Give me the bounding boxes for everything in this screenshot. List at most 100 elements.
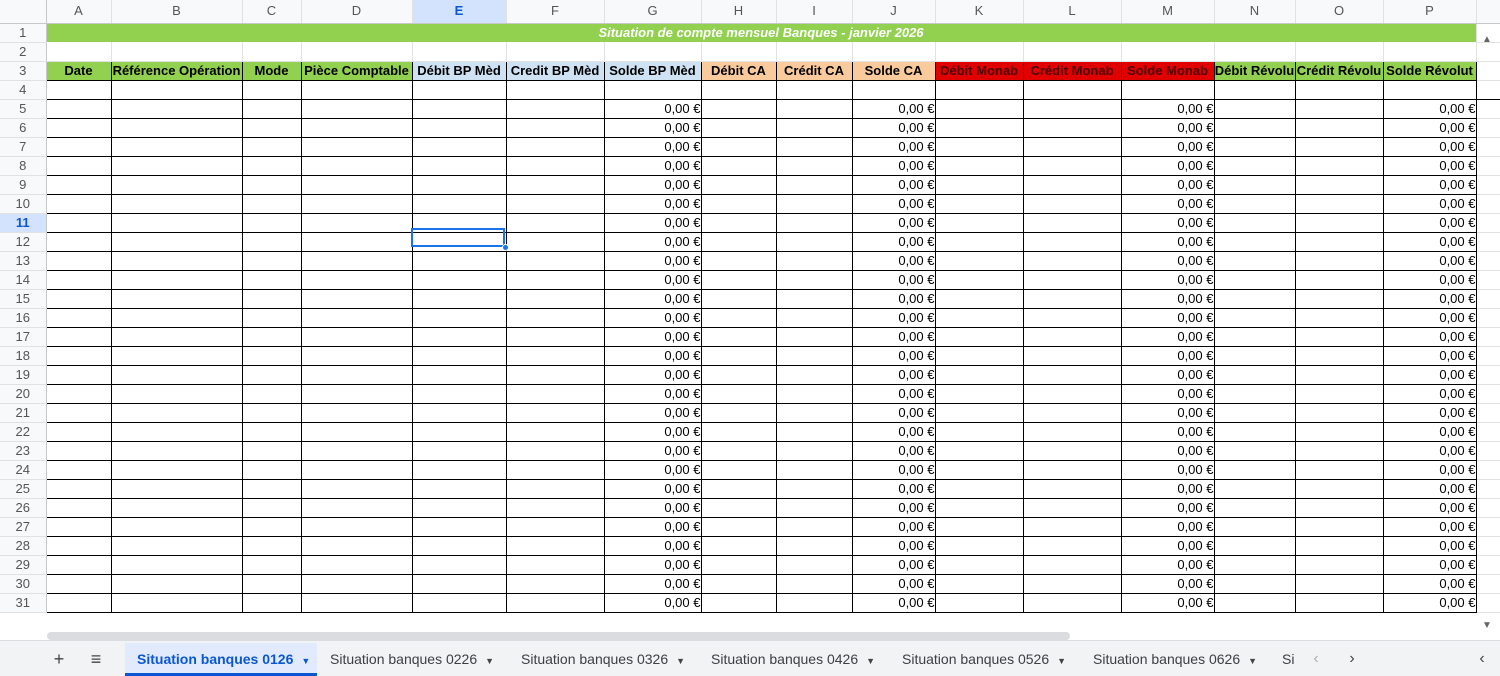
cell[interactable] bbox=[1023, 479, 1122, 499]
side-panel-chevron-icon[interactable]: ‹ bbox=[1470, 647, 1494, 671]
column-header-h[interactable]: H bbox=[701, 0, 777, 24]
cell[interactable] bbox=[701, 460, 777, 480]
cell[interactable] bbox=[1023, 365, 1122, 385]
column-title-d[interactable]: Pièce Comptable bbox=[301, 61, 413, 81]
cell[interactable] bbox=[412, 175, 507, 195]
cell[interactable] bbox=[776, 574, 853, 594]
balance-cell[interactable]: 0,00 € bbox=[1383, 441, 1477, 461]
cell[interactable] bbox=[111, 99, 243, 119]
cell[interactable] bbox=[701, 156, 777, 176]
cell[interactable] bbox=[301, 80, 413, 100]
cell[interactable] bbox=[776, 80, 853, 100]
cell[interactable] bbox=[46, 422, 112, 442]
cell[interactable] bbox=[301, 536, 413, 556]
dropdown-arrow-icon[interactable]: ▼ bbox=[301, 656, 310, 666]
cell[interactable] bbox=[506, 365, 605, 385]
cell[interactable] bbox=[242, 517, 302, 537]
balance-cell[interactable]: 0,00 € bbox=[604, 232, 702, 252]
balance-cell[interactable]: 0,00 € bbox=[1121, 498, 1215, 518]
cell[interactable] bbox=[701, 441, 777, 461]
cell[interactable] bbox=[242, 270, 302, 290]
row-header[interactable]: 9 bbox=[0, 175, 47, 195]
row-header[interactable]: 3 bbox=[0, 61, 47, 81]
row-header[interactable]: 4 bbox=[0, 80, 47, 100]
balance-cell[interactable]: 0,00 € bbox=[852, 251, 936, 271]
cell[interactable] bbox=[701, 80, 777, 100]
balance-cell[interactable]: 0,00 € bbox=[852, 175, 936, 195]
balance-cell[interactable]: 0,00 € bbox=[1121, 118, 1215, 138]
cell[interactable] bbox=[935, 194, 1024, 214]
balance-cell[interactable]: 0,00 € bbox=[1383, 327, 1477, 347]
cell[interactable] bbox=[506, 346, 605, 366]
balance-cell[interactable]: 0,00 € bbox=[852, 555, 936, 575]
balance-cell[interactable]: 0,00 € bbox=[852, 574, 936, 594]
cell[interactable] bbox=[1121, 42, 1215, 62]
cell[interactable] bbox=[1295, 517, 1384, 537]
column-header-e[interactable]: E bbox=[412, 0, 507, 24]
balance-cell[interactable]: 0,00 € bbox=[1383, 536, 1477, 556]
cell[interactable] bbox=[301, 498, 413, 518]
cell[interactable] bbox=[701, 99, 777, 119]
cell[interactable] bbox=[701, 270, 777, 290]
row-header[interactable]: 10 bbox=[0, 194, 47, 214]
balance-cell[interactable]: 0,00 € bbox=[852, 498, 936, 518]
cell[interactable] bbox=[412, 156, 507, 176]
cell[interactable] bbox=[776, 498, 853, 518]
cell[interactable] bbox=[935, 384, 1024, 404]
cell[interactable] bbox=[412, 593, 507, 613]
cell[interactable] bbox=[412, 137, 507, 157]
cell[interactable] bbox=[1023, 441, 1122, 461]
sheet-tab[interactable]: Situation banques 0326 ▼ bbox=[509, 643, 694, 676]
row-header[interactable]: 22 bbox=[0, 422, 47, 442]
cell[interactable] bbox=[852, 42, 936, 62]
row-header[interactable]: 14 bbox=[0, 270, 47, 290]
cell[interactable] bbox=[1295, 270, 1384, 290]
cell[interactable] bbox=[242, 441, 302, 461]
balance-cell[interactable]: 0,00 € bbox=[1383, 365, 1477, 385]
balance-cell[interactable]: 0,00 € bbox=[1121, 536, 1215, 556]
row-header[interactable]: 8 bbox=[0, 156, 47, 176]
cell[interactable] bbox=[46, 403, 112, 423]
cell[interactable] bbox=[412, 479, 507, 499]
cell[interactable] bbox=[301, 251, 413, 271]
cell[interactable] bbox=[506, 137, 605, 157]
row-header[interactable]: 30 bbox=[0, 574, 47, 594]
cell[interactable] bbox=[1214, 289, 1296, 309]
cell[interactable] bbox=[701, 384, 777, 404]
balance-cell[interactable]: 0,00 € bbox=[604, 289, 702, 309]
balance-cell[interactable]: 0,00 € bbox=[852, 346, 936, 366]
cell[interactable] bbox=[935, 308, 1024, 328]
row-header[interactable]: 27 bbox=[0, 517, 47, 537]
cell[interactable] bbox=[242, 479, 302, 499]
balance-cell[interactable]: 0,00 € bbox=[1121, 593, 1215, 613]
balance-cell[interactable]: 0,00 € bbox=[1383, 118, 1477, 138]
balance-cell[interactable]: 0,00 € bbox=[604, 517, 702, 537]
cell[interactable] bbox=[412, 365, 507, 385]
balance-cell[interactable]: 0,00 € bbox=[1121, 441, 1215, 461]
balance-cell[interactable]: 0,00 € bbox=[604, 460, 702, 480]
cell[interactable] bbox=[1295, 384, 1384, 404]
cell[interactable] bbox=[242, 403, 302, 423]
cell[interactable] bbox=[111, 403, 243, 423]
cell[interactable] bbox=[1214, 175, 1296, 195]
balance-cell[interactable]: 0,00 € bbox=[604, 175, 702, 195]
balance-cell[interactable]: 0,00 € bbox=[604, 137, 702, 157]
balance-cell[interactable]: 0,00 € bbox=[1383, 175, 1477, 195]
cell[interactable] bbox=[935, 251, 1024, 271]
cell[interactable] bbox=[46, 289, 112, 309]
cell[interactable] bbox=[301, 156, 413, 176]
cell[interactable] bbox=[935, 42, 1024, 62]
cell[interactable] bbox=[111, 593, 243, 613]
column-title-a[interactable]: Date bbox=[46, 61, 112, 81]
cell[interactable] bbox=[1295, 593, 1384, 613]
cell[interactable] bbox=[242, 555, 302, 575]
cell[interactable] bbox=[701, 251, 777, 271]
cell[interactable] bbox=[46, 80, 112, 100]
cell[interactable] bbox=[1295, 118, 1384, 138]
cell[interactable] bbox=[701, 213, 777, 233]
balance-cell[interactable]: 0,00 € bbox=[604, 251, 702, 271]
cell[interactable] bbox=[1214, 517, 1296, 537]
cell[interactable] bbox=[1295, 574, 1384, 594]
balance-cell[interactable]: 0,00 € bbox=[1121, 479, 1215, 499]
cell[interactable] bbox=[776, 175, 853, 195]
